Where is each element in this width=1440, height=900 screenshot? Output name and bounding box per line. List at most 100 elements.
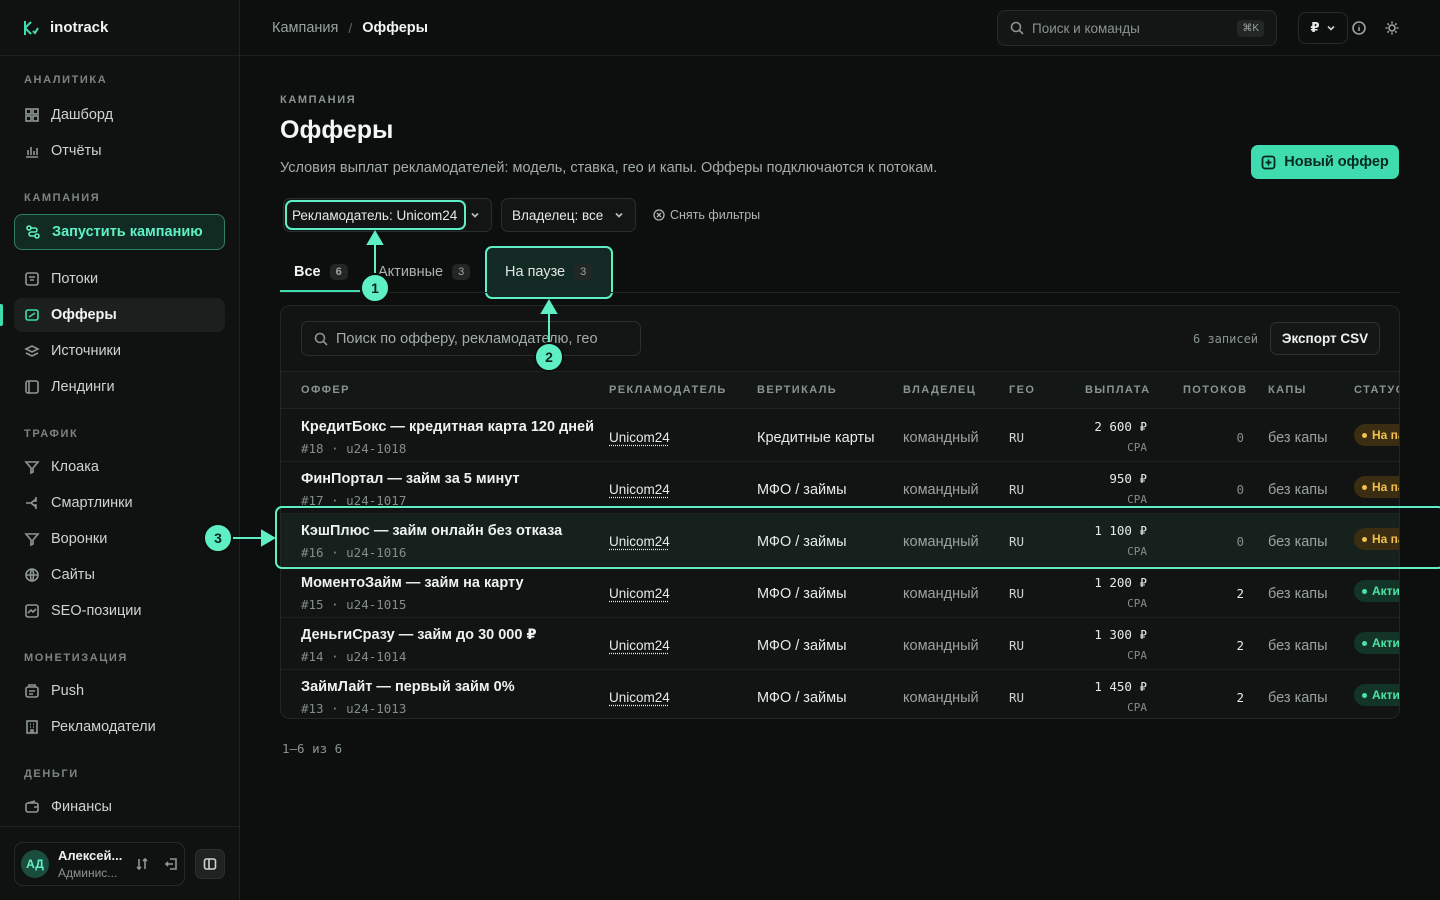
tab-paused[interactable]: На паузе 3: [505, 252, 593, 292]
info-icon[interactable]: [1351, 20, 1367, 36]
sidebar-item-label: Потоки: [51, 271, 99, 287]
offer-name[interactable]: ФинПортал — займ за 5 минут: [301, 471, 520, 487]
user-role: Админис...: [58, 865, 118, 880]
column-offer[interactable]: ОФФЕР: [301, 384, 350, 396]
currency-value: ₽: [1310, 20, 1320, 35]
sidebar-item-landings[interactable]: Лендинги: [14, 370, 225, 404]
sidebar-item-finance[interactable]: Финансы: [14, 790, 225, 824]
table-row[interactable]: ЗаймЛайт — первый займ 0% #13 · u24-1013 U…: [281, 670, 1399, 718]
status-label: На паузе: [1372, 532, 1399, 546]
vertical-cell: МФО / займы: [757, 586, 847, 602]
column-vertical[interactable]: ВЕРТИКАЛЬ: [757, 384, 837, 396]
annotation-marker-1: 1: [360, 273, 390, 303]
advertiser-link[interactable]: Unicom24: [609, 534, 670, 549]
table-search-input[interactable]: Поиск по офферу, рекламодателю, гео: [301, 321, 641, 356]
funnel-icon: [24, 461, 40, 475]
advertiser-link[interactable]: Unicom24: [609, 638, 670, 653]
status-dot: [1362, 640, 1367, 646]
user-name: Алексей...: [58, 847, 123, 863]
sidebar-item-sources[interactable]: Источники: [14, 334, 225, 368]
app-name: inotrack: [50, 19, 109, 36]
new-offer-label: Новый оффер: [1284, 154, 1389, 170]
breadcrumb-campaign[interactable]: Кампания: [272, 20, 338, 36]
flows-cell: 0: [1236, 482, 1244, 497]
clear-filters-button[interactable]: Снять фильтры: [653, 208, 760, 222]
column-owner[interactable]: ВЛАДЕЛЕЦ: [903, 384, 976, 396]
sun-icon[interactable]: [1384, 20, 1400, 36]
page-title: Офферы: [280, 116, 394, 144]
user-card[interactable]: АД Алексей... Админис...: [14, 841, 186, 886]
sidebar-nav: АНАЛИТИКА Дашборд Отчёты КАМПАНИЯ Запуст…: [0, 74, 239, 824]
table-row[interactable]: КэшПлюс — займ онлайн без отказа #16 · u2…: [281, 514, 1399, 566]
advertiser-link[interactable]: Unicom24: [609, 586, 670, 601]
logout-icon[interactable]: [164, 857, 178, 871]
sidebar-item-advertisers[interactable]: Рекламодатели: [14, 710, 225, 744]
collapse-sidebar-button[interactable]: [195, 848, 225, 879]
payout-model: CPA: [1127, 493, 1147, 506]
switch-icon[interactable]: [135, 857, 149, 871]
caps-cell: без капы: [1268, 430, 1328, 446]
sidebar-item-offers[interactable]: Офферы: [0, 298, 225, 332]
annotation-marker-3: 3: [203, 523, 233, 553]
launch-campaign-button[interactable]: Запустить кампанию: [14, 214, 225, 250]
table-row[interactable]: ФинПортал — займ за 5 минут #17 · u24-101…: [281, 462, 1399, 514]
breadcrumb-separator: /: [348, 19, 353, 36]
page-eyebrow: КАМПАНИЯ: [280, 94, 357, 106]
currency-select[interactable]: ₽: [1298, 12, 1348, 44]
table-row[interactable]: МоментоЗайм — займ на карту #15 · u24-101…: [281, 566, 1400, 618]
column-geo[interactable]: ГЕО: [1009, 384, 1035, 396]
column-status[interactable]: СТАТУС: [1354, 384, 1399, 396]
grid-icon: [25, 108, 39, 122]
advertiser-link[interactable]: Unicom24: [609, 430, 670, 445]
sidebar-item-cloak[interactable]: Клоака: [14, 450, 225, 484]
sidebar-item-push[interactable]: Push: [14, 674, 225, 708]
shortcut-badge: ⌘K: [1237, 19, 1264, 37]
column-caps[interactable]: КАПЫ: [1268, 384, 1307, 396]
sidebar-item-sites[interactable]: Сайты: [14, 558, 225, 592]
sidebar-item-funnels[interactable]: Воронки: [14, 522, 225, 556]
advertiser-link[interactable]: Unicom24: [609, 690, 670, 705]
command-search-input[interactable]: Поиск и команды ⌘K: [997, 10, 1277, 46]
tab-all[interactable]: Все 6: [294, 252, 348, 292]
sidebar-item-dashboard[interactable]: Дашборд: [14, 98, 225, 132]
offer-name[interactable]: МоментоЗайм — займ на карту: [301, 575, 524, 591]
caps-cell: без капы: [1268, 482, 1328, 498]
export-csv-button[interactable]: Экспорт CSV: [1270, 322, 1380, 355]
wallet-icon: [25, 800, 39, 813]
advertiser-filter[interactable]: Рекламодатель: Unicom24: [283, 198, 492, 232]
offer-name[interactable]: КредитБокс — кредитная карта 120 дней: [301, 419, 594, 435]
clear-filters-label: Снять фильтры: [670, 208, 761, 222]
offer-name[interactable]: КэшПлюс — займ онлайн без отказа: [301, 523, 562, 539]
owner-cell: командный: [903, 482, 979, 498]
brand[interactable]: inotrack: [0, 0, 239, 56]
payout-cell: 1 200 ₽: [1094, 575, 1147, 590]
tab-active[interactable]: Активные 3: [378, 252, 474, 292]
vertical-cell: МФО / займы: [757, 534, 847, 550]
building-icon: [26, 720, 38, 734]
column-flows[interactable]: ПОТОКОВ: [1183, 384, 1247, 396]
offer-name[interactable]: ДеньгиСразу — займ до 30 000 ₽: [301, 627, 537, 643]
table-row[interactable]: КредитБокс — кредитная карта 120 дней #18…: [281, 410, 1399, 462]
column-advertiser[interactable]: РЕКЛАМОДАТЕЛЬ: [609, 384, 727, 396]
payout-cell: 1 100 ₽: [1094, 523, 1147, 538]
section-money: ДЕНЬГИ: [24, 768, 79, 780]
sidebar-item-seo[interactable]: SEO-позиции: [14, 594, 225, 628]
offer-name[interactable]: ЗаймЛайт — первый займ 0%: [301, 679, 515, 695]
geo-cell: RU: [1009, 638, 1025, 653]
chevron-down-icon: [471, 212, 479, 218]
chevron-down-icon: [615, 212, 623, 218]
column-payout[interactable]: ВЫПЛАТА: [1085, 384, 1151, 396]
sidebar-item-label: Лендинги: [51, 379, 115, 395]
tab-count: 3: [574, 264, 593, 280]
sidebar-item-smartlinks[interactable]: Смартлинки: [14, 486, 225, 520]
advertiser-link[interactable]: Unicom24: [609, 482, 670, 497]
table-row[interactable]: ДеньгиСразу — займ до 30 000 ₽ #14 · u24-…: [281, 618, 1399, 670]
sidebar-item-reports[interactable]: Отчёты: [14, 134, 225, 168]
new-offer-button[interactable]: Новый оффер: [1251, 145, 1399, 179]
status-label: Активен: [1372, 584, 1400, 598]
payout-cell: 1 450 ₽: [1094, 679, 1147, 694]
owner-filter[interactable]: Владелец: все: [501, 198, 636, 232]
offer-id: #18 · u24-1018: [301, 441, 407, 456]
section-campaign: КАМПАНИЯ: [24, 192, 101, 204]
sidebar-item-flows[interactable]: Потоки: [14, 262, 225, 296]
